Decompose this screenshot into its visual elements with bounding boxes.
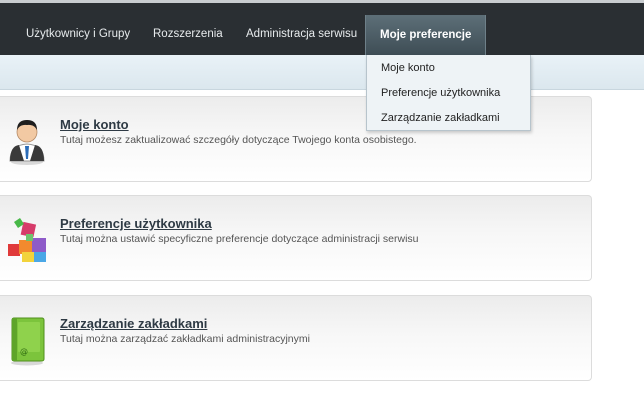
user-account-icon xyxy=(9,120,45,165)
panel-tab-management: @ Zarządzanie zakładkami Tutaj można zar… xyxy=(0,295,592,381)
top-nav-bar: Użytkownicy i Grupy Rozszerzenia Adminis… xyxy=(0,0,644,55)
nav-item-users-groups[interactable]: Użytkownicy i Grupy xyxy=(26,3,130,55)
menu-item-my-account[interactable]: Moje konto xyxy=(367,55,530,80)
nav-item-extensions[interactable]: Rozszerzenia xyxy=(153,3,223,55)
panel-desc-tab-management: Tutaj można zarządzać zakładkami adminis… xyxy=(60,333,310,345)
menu-item-tab-management[interactable]: Zarządzanie zakładkami xyxy=(367,105,530,130)
preferences-dropdown-menu: Moje konto Preferencje użytkownika Zarzą… xyxy=(366,55,531,131)
nav-item-my-preferences[interactable]: Moje preferencje xyxy=(365,15,487,55)
svg-text:@: @ xyxy=(20,347,28,356)
panel-desc-user-preferences: Tutaj można ustawić specyficzne preferen… xyxy=(60,233,419,245)
panel-title-user-preferences[interactable]: Preferencje użytkownika xyxy=(60,216,212,231)
panel-user-preferences: Preferencje użytkownika Tutaj można usta… xyxy=(0,195,592,281)
sub-header-strip xyxy=(0,55,644,90)
panel-title-my-account[interactable]: Moje konto xyxy=(60,117,129,132)
colored-blocks-icon xyxy=(8,218,46,262)
panel-desc-my-account: Tutaj możesz zaktualizować szczegóły dot… xyxy=(60,134,417,146)
panel-title-tab-management[interactable]: Zarządzanie zakładkami xyxy=(60,316,207,331)
menu-item-user-preferences[interactable]: Preferencje użytkownika xyxy=(367,80,530,105)
green-book-icon: @ xyxy=(11,317,45,366)
nav-item-site-admin[interactable]: Administracja serwisu xyxy=(246,3,357,55)
